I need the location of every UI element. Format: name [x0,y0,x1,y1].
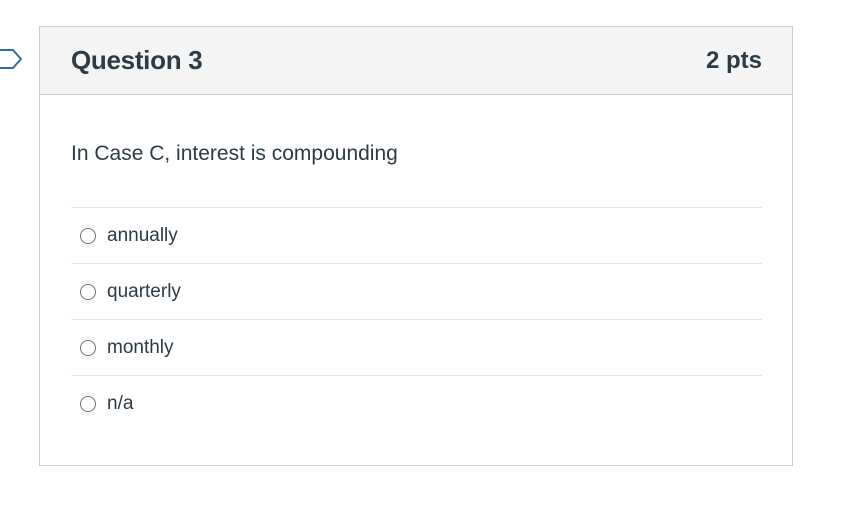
answer-option-na[interactable]: n/a [71,376,762,432]
question-points: 2 pts [705,46,762,74]
radio-button-icon[interactable] [80,339,96,356]
answer-option-quarterly[interactable]: quarterly [71,264,762,320]
quiz-page: Question 3 2 pts In Case C, interest is … [0,0,868,505]
answer-label: monthly [107,336,174,358]
radio-button-icon[interactable] [80,396,96,412]
radio-button-icon[interactable] [80,283,96,300]
radio-button-icon[interactable] [80,227,96,244]
question-text: In Case C, interest is compounding [71,142,398,165]
flag-question-icon[interactable] [0,48,24,70]
answer-list: annually quarterly monthly n/a [71,207,762,432]
answer-label: quarterly [107,280,181,302]
answer-option-monthly[interactable]: monthly [71,320,762,376]
question-title: Question 3 [71,45,203,75]
question-body: In Case C, interest is compounding annua… [40,95,792,432]
answer-option-annually[interactable]: annually [71,208,762,264]
answer-label: annually [107,224,178,246]
question-card: Question 3 2 pts In Case C, interest is … [39,26,793,466]
question-header: Question 3 2 pts [40,27,792,95]
answer-label: n/a [107,393,134,414]
